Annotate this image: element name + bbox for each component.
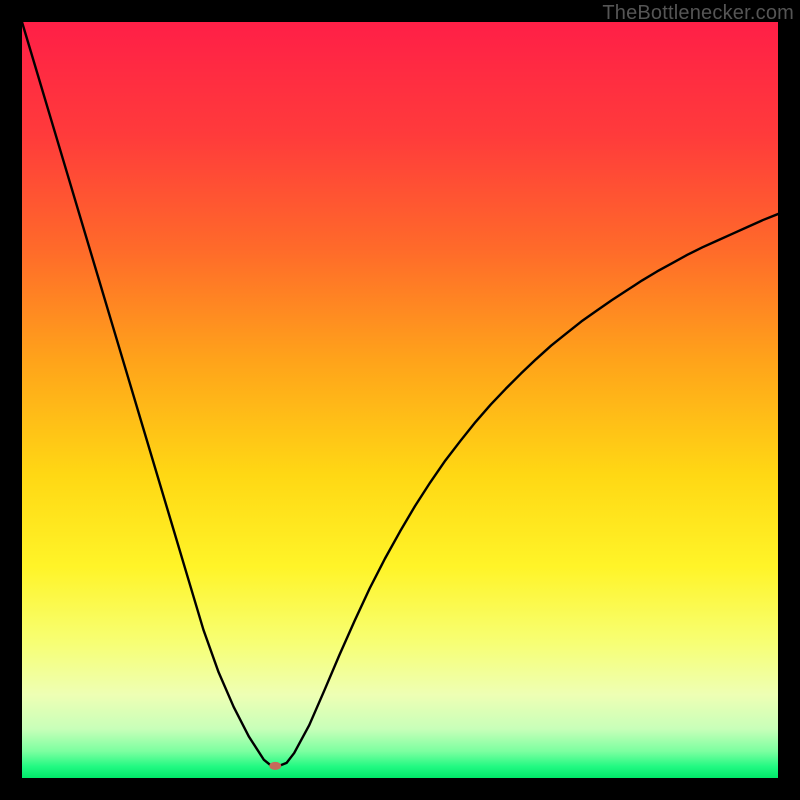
chart-plot-area [22, 22, 778, 778]
chart-frame: TheBottlenecker.com [0, 0, 800, 800]
chart-svg [22, 22, 778, 778]
watermark-text: TheBottlenecker.com [602, 2, 794, 25]
chart-marker [269, 762, 281, 770]
